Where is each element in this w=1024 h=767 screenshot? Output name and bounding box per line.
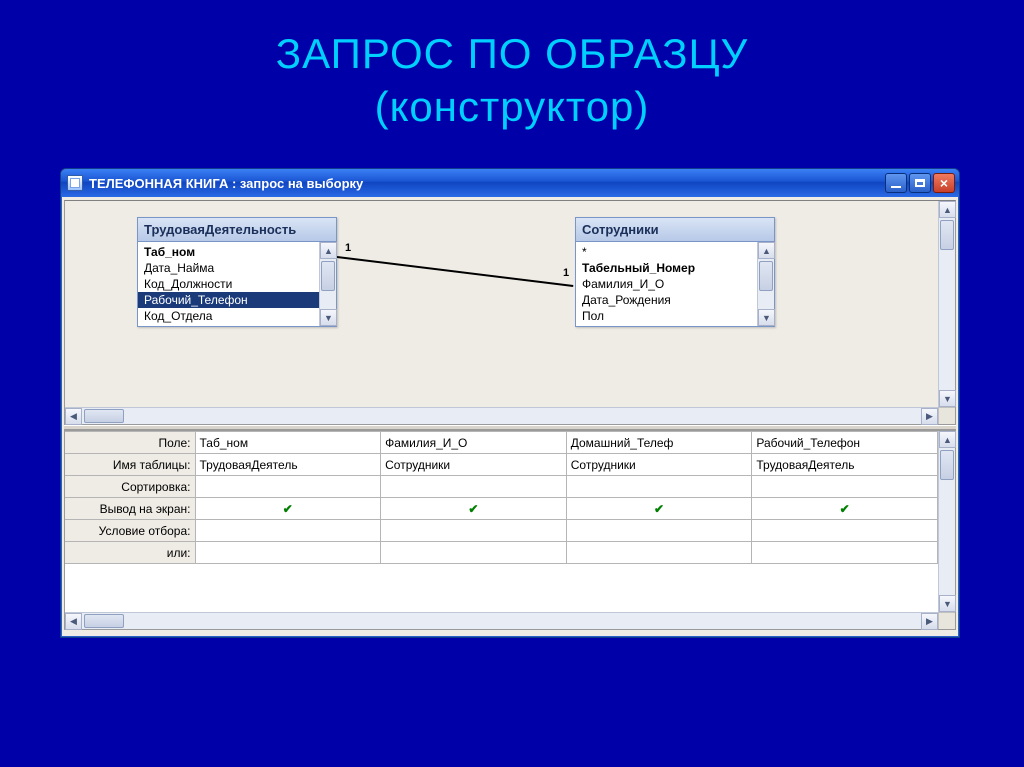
qbe-row-label: Вывод на экран: <box>65 498 195 520</box>
qbe-row-label: Условие отбора: <box>65 520 195 542</box>
scroll-down-icon[interactable]: ▼ <box>939 595 956 612</box>
slide-title-l2: (конструктор) <box>375 83 650 130</box>
qbe-cell[interactable]: Домашний_Телеф <box>566 432 752 454</box>
titlebar[interactable]: ТЕЛЕФОННАЯ КНИГА : запрос на выборку × <box>61 169 959 197</box>
rel-card-left: 1 <box>345 242 351 254</box>
qbe-cell[interactable] <box>566 520 752 542</box>
scroll-right-icon[interactable]: ▶ <box>921 408 938 425</box>
minimize-button[interactable] <box>885 173 907 193</box>
maximize-icon <box>915 179 925 187</box>
qbe-cell[interactable]: Сотрудники <box>566 454 752 476</box>
qbe-cell[interactable] <box>566 542 752 564</box>
qbe-cell[interactable] <box>566 476 752 498</box>
qbe-cell[interactable]: ТрудоваяДеятель <box>195 454 381 476</box>
scroll-up-icon[interactable]: ▲ <box>758 242 775 259</box>
scroll-corner <box>938 612 955 629</box>
field-row[interactable]: Код_Отдела <box>138 308 319 324</box>
relationships-pane[interactable]: 1 1 ТрудоваяДеятельность Таб_номДата_Най… <box>64 200 956 425</box>
qbe-cell[interactable]: Фамилия_И_О <box>381 432 567 454</box>
qbe-cell[interactable]: ✔ <box>566 498 752 520</box>
table-header-right[interactable]: Сотрудники <box>576 218 774 242</box>
fieldlist-scrollbar-left[interactable]: ▲ ▼ <box>319 242 336 326</box>
minimize-icon <box>891 186 901 188</box>
scroll-down-icon[interactable]: ▼ <box>320 309 337 326</box>
table-box-right[interactable]: Сотрудники *Табельный_НомерФамилия_И_ОДа… <box>575 217 775 327</box>
slide-title: ЗАПРОС ПО ОБРАЗЦУ (конструктор) <box>0 0 1024 133</box>
rel-card-right: 1 <box>563 267 569 279</box>
scroll-down-icon[interactable]: ▼ <box>939 390 956 407</box>
scroll-left-icon[interactable]: ◀ <box>65 408 82 425</box>
qbe-cell[interactable] <box>752 476 938 498</box>
field-row[interactable]: Фамилия_И_О <box>576 276 757 292</box>
field-row[interactable]: * <box>576 244 757 260</box>
qbe-row-label: или: <box>65 542 195 564</box>
field-row[interactable]: Рабочий_Телефон <box>138 292 319 308</box>
qbe-cell[interactable]: Рабочий_Телефон <box>752 432 938 454</box>
qbe-cell[interactable] <box>195 542 381 564</box>
qbe-cell[interactable] <box>381 520 567 542</box>
field-row[interactable]: Табельный_Номер <box>576 260 757 276</box>
table-box-left[interactable]: ТрудоваяДеятельность Таб_номДата_НаймаКо… <box>137 217 337 327</box>
scroll-corner <box>938 407 955 424</box>
qbe-cell[interactable] <box>195 476 381 498</box>
field-row[interactable]: Код_Должности <box>138 276 319 292</box>
field-row[interactable]: Дата_Рождения <box>576 292 757 308</box>
qbe-row-label: Поле: <box>65 432 195 454</box>
table-fieldlist-left[interactable]: Таб_номДата_НаймаКод_ДолжностиРабочий_Те… <box>138 242 336 326</box>
qbe-cell[interactable]: ✔ <box>752 498 938 520</box>
qbe-cell[interactable]: ✔ <box>381 498 567 520</box>
qbe-row-label: Сортировка: <box>65 476 195 498</box>
qbe-cell[interactable] <box>381 542 567 564</box>
qbe-grid-pane: Поле:Таб_номФамилия_И_ОДомашний_ТелефРаб… <box>64 430 956 630</box>
table-header-left[interactable]: ТрудоваяДеятельность <box>138 218 336 242</box>
diagram-vscrollbar[interactable]: ▲ ▼ <box>938 201 955 407</box>
diagram-hscrollbar[interactable]: ◀ ▶ <box>65 407 938 424</box>
scroll-up-icon[interactable]: ▲ <box>939 201 956 218</box>
qbe-cell[interactable]: ТрудоваяДеятель <box>752 454 938 476</box>
scroll-right-icon[interactable]: ▶ <box>921 613 938 630</box>
close-icon: × <box>940 176 948 190</box>
slide-title-l1: ЗАПРОС ПО ОБРАЗЦУ <box>276 30 748 77</box>
scroll-up-icon[interactable]: ▲ <box>320 242 337 259</box>
query-designer-window: ТЕЛЕФОННАЯ КНИГА : запрос на выборку × 1… <box>60 168 960 638</box>
qbe-cell[interactable] <box>752 520 938 542</box>
fieldlist-scrollbar-right[interactable]: ▲ ▼ <box>757 242 774 326</box>
window-title: ТЕЛЕФОННАЯ КНИГА : запрос на выборку <box>89 176 363 191</box>
scroll-left-icon[interactable]: ◀ <box>65 613 82 630</box>
relationship-line[interactable] <box>337 256 573 287</box>
qbe-cell[interactable]: Сотрудники <box>381 454 567 476</box>
scroll-up-icon[interactable]: ▲ <box>939 431 956 448</box>
qbe-cell[interactable] <box>381 476 567 498</box>
scroll-down-icon[interactable]: ▼ <box>758 309 775 326</box>
grid-hscrollbar[interactable]: ◀ ▶ <box>65 612 938 629</box>
maximize-button[interactable] <box>909 173 931 193</box>
field-row[interactable]: Пол <box>576 308 757 324</box>
qbe-cell[interactable] <box>195 520 381 542</box>
qbe-cell[interactable]: ✔ <box>195 498 381 520</box>
close-button[interactable]: × <box>933 173 955 193</box>
table-fieldlist-right[interactable]: *Табельный_НомерФамилия_И_ОДата_Рождения… <box>576 242 774 326</box>
field-row[interactable]: Таб_ном <box>138 244 319 260</box>
qbe-cell[interactable]: Таб_ном <box>195 432 381 454</box>
app-icon <box>67 175 83 191</box>
qbe-cell[interactable] <box>752 542 938 564</box>
qbe-row-label: Имя таблицы: <box>65 454 195 476</box>
grid-vscrollbar[interactable]: ▲ ▼ <box>938 431 955 612</box>
field-row[interactable]: Дата_Найма <box>138 260 319 276</box>
qbe-grid[interactable]: Поле:Таб_номФамилия_И_ОДомашний_ТелефРаб… <box>65 431 938 564</box>
